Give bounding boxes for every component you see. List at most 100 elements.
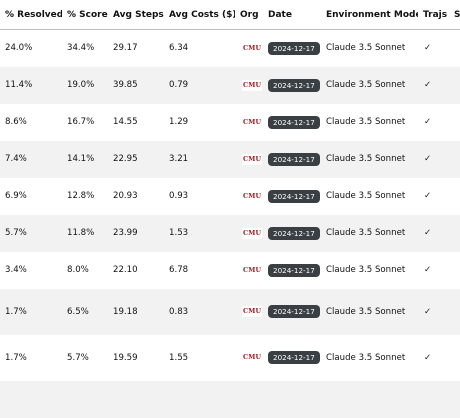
cell-org: CMU bbox=[235, 104, 263, 141]
cell-trajs[interactable]: ✓ bbox=[418, 288, 449, 335]
cell-score: 8.0% bbox=[67, 265, 89, 275]
cell-date: 2024-12-17 bbox=[263, 288, 321, 335]
cell-trajs[interactable]: ✓ bbox=[418, 66, 449, 104]
cell-date: 2024-12-17 bbox=[263, 178, 321, 215]
cell-extra bbox=[449, 66, 460, 104]
cell-costs: 0.79 bbox=[164, 66, 235, 104]
cell-resolved: 5.7% bbox=[0, 214, 62, 252]
cell-empty bbox=[235, 380, 263, 418]
checkmark-icon[interactable]: ✓ bbox=[424, 117, 431, 127]
cell-org: CMU bbox=[235, 140, 263, 178]
cell-date: 2024-12-17 bbox=[263, 104, 321, 141]
date-badge: 2024-12-17 bbox=[268, 152, 320, 166]
header-extra[interactable]: S bbox=[449, 0, 460, 30]
cell-steps: 39.85 bbox=[108, 66, 164, 104]
cell-empty bbox=[321, 380, 418, 418]
cell-costs: 0.83 bbox=[164, 288, 235, 335]
checkmark-icon[interactable]: ✓ bbox=[424, 191, 431, 201]
checkmark-icon[interactable]: ✓ bbox=[424, 265, 431, 275]
cell-env: Claude 3.5 Sonnet bbox=[326, 265, 406, 275]
cmu-logo: CMU bbox=[242, 79, 263, 91]
cell-trajs[interactable]: ✓ bbox=[418, 214, 449, 252]
cell-extra bbox=[449, 214, 460, 252]
cell-trajs[interactable]: ✓ bbox=[418, 178, 449, 215]
checkmark-icon[interactable]: ✓ bbox=[424, 80, 431, 90]
cell-steps: 19.18 bbox=[108, 288, 164, 335]
cell-resolved: 8.6% bbox=[5, 117, 27, 127]
table-row: 8.6% 16.7% 14.55 1.29 CMU 2024-12-17 Claude 3.… bbox=[0, 104, 460, 141]
cell-score: 34.4% bbox=[67, 43, 95, 54]
cell-steps: 23.99 bbox=[108, 214, 164, 252]
header-env[interactable]: Environment Model bbox=[321, 0, 418, 30]
cell-score: 19.0% bbox=[62, 66, 108, 104]
cell-date: 2024-12-17 bbox=[263, 335, 321, 381]
cell-trajs[interactable]: ✓ bbox=[418, 30, 449, 67]
cell-steps: 22.95 bbox=[108, 140, 164, 178]
date-badge: 2024-12-17 bbox=[268, 351, 320, 364]
cell-date: 2024-12-17 bbox=[263, 140, 321, 178]
header-steps[interactable]: Avg Steps bbox=[108, 0, 164, 30]
cmu-logo: CMU bbox=[242, 306, 263, 317]
cell-org: CMU bbox=[235, 30, 263, 67]
cell-score: 16.7% bbox=[67, 117, 95, 127]
date-badge: 2024-12-17 bbox=[268, 305, 320, 318]
header-resolved[interactable]: % Resolved bbox=[0, 0, 62, 30]
cell-env: Claude 3.5 Sonnet bbox=[321, 140, 418, 178]
cell-org: CMU bbox=[235, 288, 263, 335]
table-row: 6.9% 12.8% 20.93 0.93 CMU 2024-12-17 Claude 3.… bbox=[0, 178, 460, 215]
table-row: 7.4% 14.1% 22.95 3.21 CMU 2024-12-17 Claude 3.… bbox=[0, 140, 460, 178]
cell-env: Claude 3.5 Sonnet bbox=[326, 117, 406, 127]
cell-extra bbox=[449, 104, 460, 141]
checkmark-icon[interactable]: ✓ bbox=[424, 154, 431, 164]
checkmark-icon[interactable]: ✓ bbox=[424, 228, 431, 238]
table-row: 24.0% 34.4% 29.17 6.34 CMU 2024-12-17 Claude 3… bbox=[0, 30, 460, 67]
date-badge: 2024-12-17 bbox=[268, 41, 320, 55]
header-date[interactable]: Date bbox=[263, 0, 321, 30]
cell-trajs[interactable]: ✓ bbox=[418, 140, 449, 178]
cell-score: 14.1% bbox=[62, 140, 108, 178]
cell-extra bbox=[449, 140, 460, 178]
checkmark-icon[interactable]: ✓ bbox=[424, 353, 431, 363]
header-costs[interactable]: Avg Costs ($) bbox=[164, 0, 235, 30]
leaderboard-table: % Resolved % Score Avg Steps Avg Costs (… bbox=[0, 0, 460, 418]
cell-org: CMU bbox=[235, 252, 263, 289]
cell-org: CMU bbox=[235, 178, 263, 215]
cell-resolved: 3.4% bbox=[5, 265, 27, 275]
cell-empty bbox=[263, 380, 321, 418]
cell-trajs[interactable]: ✓ bbox=[418, 252, 449, 289]
cmu-logo: CMU bbox=[242, 42, 263, 54]
table-row-partial bbox=[0, 380, 460, 418]
cell-steps: 19.59 bbox=[113, 352, 138, 363]
date-badge: 2024-12-17 bbox=[268, 189, 320, 203]
cell-costs: 3.21 bbox=[164, 140, 235, 178]
cell-empty bbox=[164, 380, 235, 418]
cell-costs: 0.93 bbox=[169, 191, 189, 201]
cell-resolved: 11.4% bbox=[0, 66, 62, 104]
cell-env: Claude 3.5 Sonnet bbox=[321, 66, 418, 104]
cell-resolved: 1.7% bbox=[0, 288, 62, 335]
header-trajs[interactable]: Trajs bbox=[418, 0, 449, 30]
table-row: 11.4% 19.0% 39.85 0.79 CMU 2024-12-17 Claude 3… bbox=[0, 66, 460, 104]
date-badge: 2024-12-17 bbox=[268, 263, 320, 277]
checkmark-icon[interactable]: ✓ bbox=[424, 307, 431, 317]
cmu-logo: CMU bbox=[242, 264, 263, 276]
cell-env: Claude 3.5 Sonnet bbox=[326, 191, 406, 201]
cell-steps: 14.55 bbox=[113, 117, 138, 127]
header-org[interactable]: Org bbox=[235, 0, 263, 30]
cell-costs: 1.55 bbox=[169, 352, 189, 363]
cell-trajs[interactable]: ✓ bbox=[418, 335, 449, 381]
cell-env: Claude 3.5 Sonnet bbox=[321, 288, 418, 335]
cell-empty bbox=[449, 380, 460, 418]
cell-score: 12.8% bbox=[67, 191, 95, 201]
cell-score: 6.5% bbox=[62, 288, 108, 335]
cell-empty bbox=[108, 380, 164, 418]
cell-costs: 1.29 bbox=[169, 117, 189, 127]
cell-trajs[interactable]: ✓ bbox=[418, 104, 449, 141]
cell-extra bbox=[449, 252, 460, 289]
checkmark-icon[interactable]: ✓ bbox=[424, 43, 431, 53]
cell-extra bbox=[449, 30, 460, 67]
cell-env: Claude 3.5 Sonnet bbox=[326, 352, 406, 363]
cell-steps: 22.10 bbox=[113, 265, 138, 275]
cell-resolved: 7.4% bbox=[0, 140, 62, 178]
header-score[interactable]: % Score bbox=[62, 0, 108, 30]
